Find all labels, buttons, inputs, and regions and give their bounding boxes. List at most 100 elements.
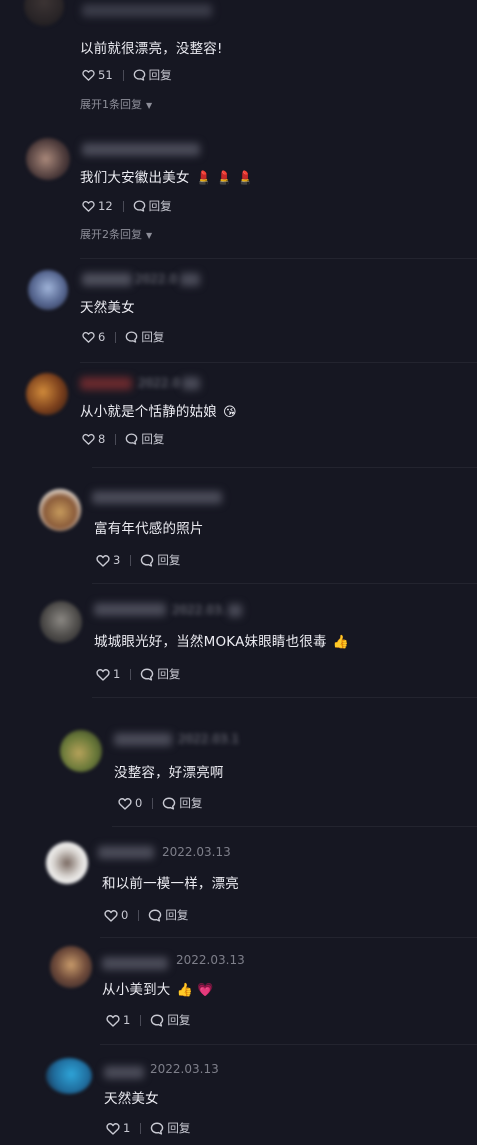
reply-label: 回复	[157, 553, 181, 567]
reply-button[interactable]: 回复	[125, 329, 164, 345]
avatar[interactable]	[26, 138, 70, 180]
divider	[115, 433, 117, 445]
divider	[100, 937, 477, 938]
expand-replies-link[interactable]: 展开1条回复 ▼	[80, 96, 152, 112]
commenter-name[interactable]	[80, 377, 132, 390]
emoji: 👍	[332, 635, 350, 650]
reply-label: 回复	[148, 199, 172, 213]
comment-actions: 1 回复	[106, 1012, 190, 1028]
like-button[interactable]: 1	[106, 1013, 130, 1027]
comment-actions: 8 回复	[82, 431, 164, 447]
comment-date: 2022.0	[138, 376, 180, 390]
reply-button[interactable]: 回复	[140, 666, 180, 682]
comment-feed: 以前就很漂亮，没整容! 51 回复 展开1条回复 ▼ 我们大安徽出美女 💄 💄 💄 …	[0, 0, 477, 1145]
avatar[interactable]	[28, 270, 68, 310]
comment-actions: 51 回复	[82, 67, 172, 83]
speech-bubble-icon	[151, 1014, 164, 1027]
like-count: 0	[135, 796, 143, 810]
like-button[interactable]: 3	[96, 553, 120, 567]
like-button[interactable]: 6	[82, 330, 105, 344]
expand-replies-link[interactable]: 展开2条回复 ▼	[80, 226, 152, 242]
divider	[140, 1122, 142, 1134]
comment-date: 2022.0	[135, 272, 177, 286]
comment-actions: 0 回复	[104, 907, 188, 923]
heart-outline-icon	[106, 1122, 120, 1135]
avatar[interactable]	[50, 946, 92, 988]
heart-outline-icon	[96, 668, 110, 681]
like-button[interactable]: 1	[96, 667, 120, 681]
like-button[interactable]: 0	[118, 796, 142, 810]
divider	[92, 583, 477, 584]
divider	[138, 909, 140, 921]
emoji: 💄 💄 💄	[195, 171, 254, 186]
comment-actions: 1 回复	[106, 1120, 190, 1136]
reply-label: 回复	[165, 908, 189, 922]
commenter-name[interactable]	[92, 491, 222, 504]
reply-button[interactable]: 回复	[140, 552, 180, 568]
reply-label: 回复	[157, 667, 181, 681]
heart-outline-icon	[82, 69, 95, 81]
reply-label: 回复	[167, 1121, 191, 1135]
avatar[interactable]	[26, 373, 68, 415]
like-count: 3	[113, 553, 121, 567]
commenter-name[interactable]	[102, 957, 168, 970]
reply-button[interactable]: 回复	[148, 907, 188, 923]
divider	[112, 826, 477, 827]
reply-button[interactable]: 回复	[150, 1012, 190, 1028]
emoji: 😘	[223, 405, 237, 420]
reply-button[interactable]: 回复	[133, 198, 172, 214]
divider	[130, 554, 132, 566]
comment-text: 从小就是个恬静的姑娘 😘	[80, 404, 237, 420]
like-button[interactable]: 1	[106, 1121, 130, 1135]
reply-button[interactable]: 回复	[150, 1120, 190, 1136]
avatar[interactable]	[40, 601, 82, 643]
avatar[interactable]	[60, 730, 102, 772]
reply-label: 回复	[141, 330, 165, 344]
divider	[100, 1044, 477, 1045]
avatar[interactable]	[46, 842, 88, 884]
heart-outline-icon	[118, 797, 132, 810]
comment-text: 以前就很漂亮，没整容!	[80, 41, 223, 57]
date-blur	[180, 273, 200, 286]
comment-text: 从小美到大 👍 💗	[102, 982, 214, 998]
divider	[140, 1014, 142, 1026]
like-button[interactable]: 51	[82, 68, 113, 82]
comment-text: 城城眼光好，当然MOKA妹眼睛也很毒 👍	[94, 634, 350, 650]
reply-button[interactable]: 回复	[133, 67, 172, 83]
reply-label: 回复	[148, 68, 172, 82]
commenter-name[interactable]	[114, 733, 172, 746]
avatar[interactable]	[24, 0, 64, 26]
reply-label: 回复	[141, 432, 165, 446]
speech-bubble-icon	[163, 797, 176, 810]
heart-outline-icon	[106, 1014, 120, 1027]
commenter-name[interactable]	[82, 143, 200, 156]
like-button[interactable]: 8	[82, 432, 105, 446]
heart-outline-icon	[82, 331, 95, 343]
like-button[interactable]: 0	[104, 908, 128, 922]
commenter-name[interactable]	[82, 273, 132, 286]
reply-button[interactable]: 回复	[162, 795, 202, 811]
divider	[92, 467, 477, 468]
comment-date: 2022.03.	[172, 603, 226, 617]
comment-actions: 3 回复	[96, 552, 180, 568]
comment-text: 我们大安徽出美女 💄 💄 💄	[80, 170, 254, 186]
commenter-name[interactable]	[82, 4, 212, 17]
like-count: 6	[98, 330, 106, 344]
avatar[interactable]	[39, 489, 81, 531]
commenter-name[interactable]	[98, 846, 154, 859]
reply-label: 回复	[167, 1013, 191, 1027]
divider	[152, 797, 154, 809]
like-count: 1	[123, 1013, 131, 1027]
comment-text: 和以前一模一样，漂亮	[102, 876, 239, 892]
commenter-name[interactable]	[94, 603, 166, 616]
avatar[interactable]	[46, 1058, 92, 1094]
comment-date: 2022.03.1	[178, 732, 240, 746]
heart-outline-icon	[82, 200, 95, 212]
divider	[80, 362, 477, 363]
speech-bubble-icon	[126, 433, 138, 445]
like-button[interactable]: 12	[82, 199, 113, 213]
reply-button[interactable]: 回复	[125, 431, 164, 447]
commenter-name[interactable]	[104, 1066, 144, 1079]
comment-actions: 12 回复	[82, 198, 172, 214]
speech-bubble-icon	[141, 668, 154, 681]
